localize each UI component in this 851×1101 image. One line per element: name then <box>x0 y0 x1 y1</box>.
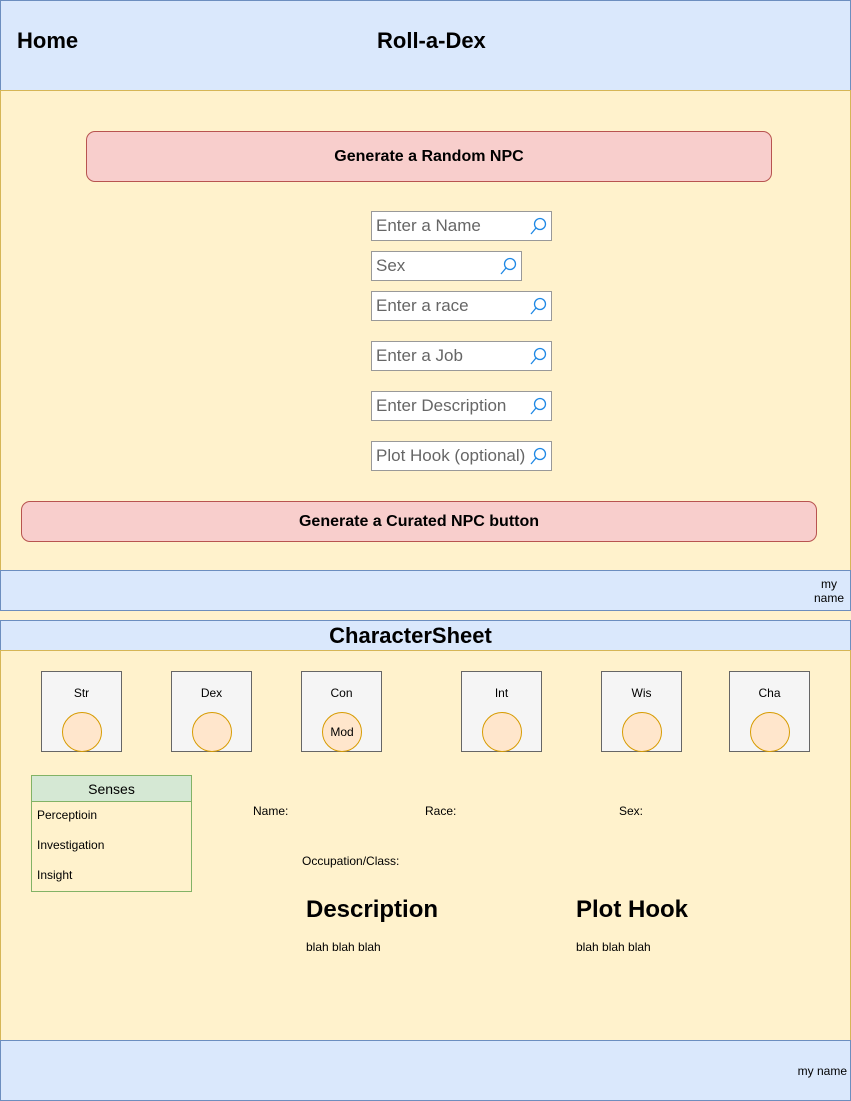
stat-box-str: Str <box>41 671 122 752</box>
footer-top-name: my name <box>814 577 844 605</box>
name-input[interactable]: Enter a Name <box>371 211 552 241</box>
search-icon[interactable] <box>527 345 549 367</box>
stat-label: Wis <box>631 686 652 700</box>
search-icon[interactable] <box>527 395 549 417</box>
search-icon[interactable] <box>527 295 549 317</box>
plot-hook-text: blah blah blah <box>576 940 651 954</box>
home-link[interactable]: Home <box>17 28 78 54</box>
stat-label: Con <box>330 686 353 700</box>
stat-label: Str <box>73 686 90 700</box>
plot-hook-input-placeholder: Plot Hook (optional) <box>376 446 526 465</box>
footer-top-name-line1: my <box>820 577 837 591</box>
description-text: blah blah blah <box>306 940 381 954</box>
name-input-placeholder: Enter a Name <box>376 216 481 235</box>
search-icon[interactable] <box>527 215 549 237</box>
stat-box-dex: Dex <box>171 671 252 752</box>
search-icon[interactable] <box>497 255 519 277</box>
stat-modifier: Mod <box>322 712 362 752</box>
stat-label: Cha <box>758 686 781 700</box>
description-input[interactable]: Enter Description <box>371 391 552 421</box>
occupation-field-label: Occupation/Class: <box>302 854 400 868</box>
plot-hook-input[interactable]: Plot Hook (optional) <box>371 441 552 471</box>
sex-input-placeholder: Sex <box>376 256 406 275</box>
sex-input[interactable]: Sex <box>371 251 522 281</box>
stat-label: Int <box>494 686 509 700</box>
stat-modifier <box>750 712 790 752</box>
sense-item-insight: Insight <box>37 868 73 882</box>
footer-top: my name <box>0 570 851 611</box>
stat-modifier <box>482 712 522 752</box>
character-sheet-title: CharacterSheet <box>329 622 492 648</box>
footer-bottom: my name <box>0 1040 851 1101</box>
sense-item-perception: Perceptioin <box>37 808 98 822</box>
stat-box-int: Int <box>461 671 542 752</box>
generate-curated-npc-button[interactable]: Generate a Curated NPC button <box>21 501 817 542</box>
race-field-label: Race: <box>425 804 457 818</box>
app-title: Roll-a-Dex <box>377 28 486 53</box>
search-icon[interactable] <box>527 445 549 467</box>
stat-modifier <box>192 712 232 752</box>
job-input[interactable]: Enter a Job <box>371 341 552 371</box>
job-input-placeholder: Enter a Job <box>376 346 463 365</box>
senses-title: Senses <box>32 776 191 802</box>
plot-hook-heading: Plot Hook <box>576 896 688 923</box>
footer-top-name-line2: name <box>813 591 844 605</box>
stat-modifier <box>62 712 102 752</box>
stat-box-cha: Cha <box>729 671 810 752</box>
stat-label: Dex <box>200 686 223 700</box>
footer-bottom-name: my name <box>797 1064 847 1078</box>
character-sheet-body: Str Dex Con Mod Int Wis Cha Senses Perce… <box>0 650 851 1041</box>
generator-panel: Generate a Random NPC Enter a Name Sex E… <box>0 90 851 571</box>
character-sheet-header: CharacterSheet <box>0 620 851 651</box>
description-input-placeholder: Enter Description <box>376 396 507 415</box>
generate-random-npc-button[interactable]: Generate a Random NPC <box>86 131 772 182</box>
race-input-placeholder: Enter a race <box>376 296 469 315</box>
header-bar: Home Roll-a-Dex <box>0 0 851 91</box>
stat-box-wis: Wis <box>601 671 682 752</box>
sense-item-investigation: Investigation <box>37 838 105 852</box>
race-input[interactable]: Enter a race <box>371 291 552 321</box>
stat-modifier <box>622 712 662 752</box>
name-field-label: Name: <box>253 804 289 818</box>
stat-box-con: Con Mod <box>301 671 382 752</box>
senses-panel: Senses Perceptioin Investigation Insight <box>31 775 192 892</box>
sex-field-label: Sex: <box>619 804 644 818</box>
description-heading: Description <box>306 896 439 923</box>
